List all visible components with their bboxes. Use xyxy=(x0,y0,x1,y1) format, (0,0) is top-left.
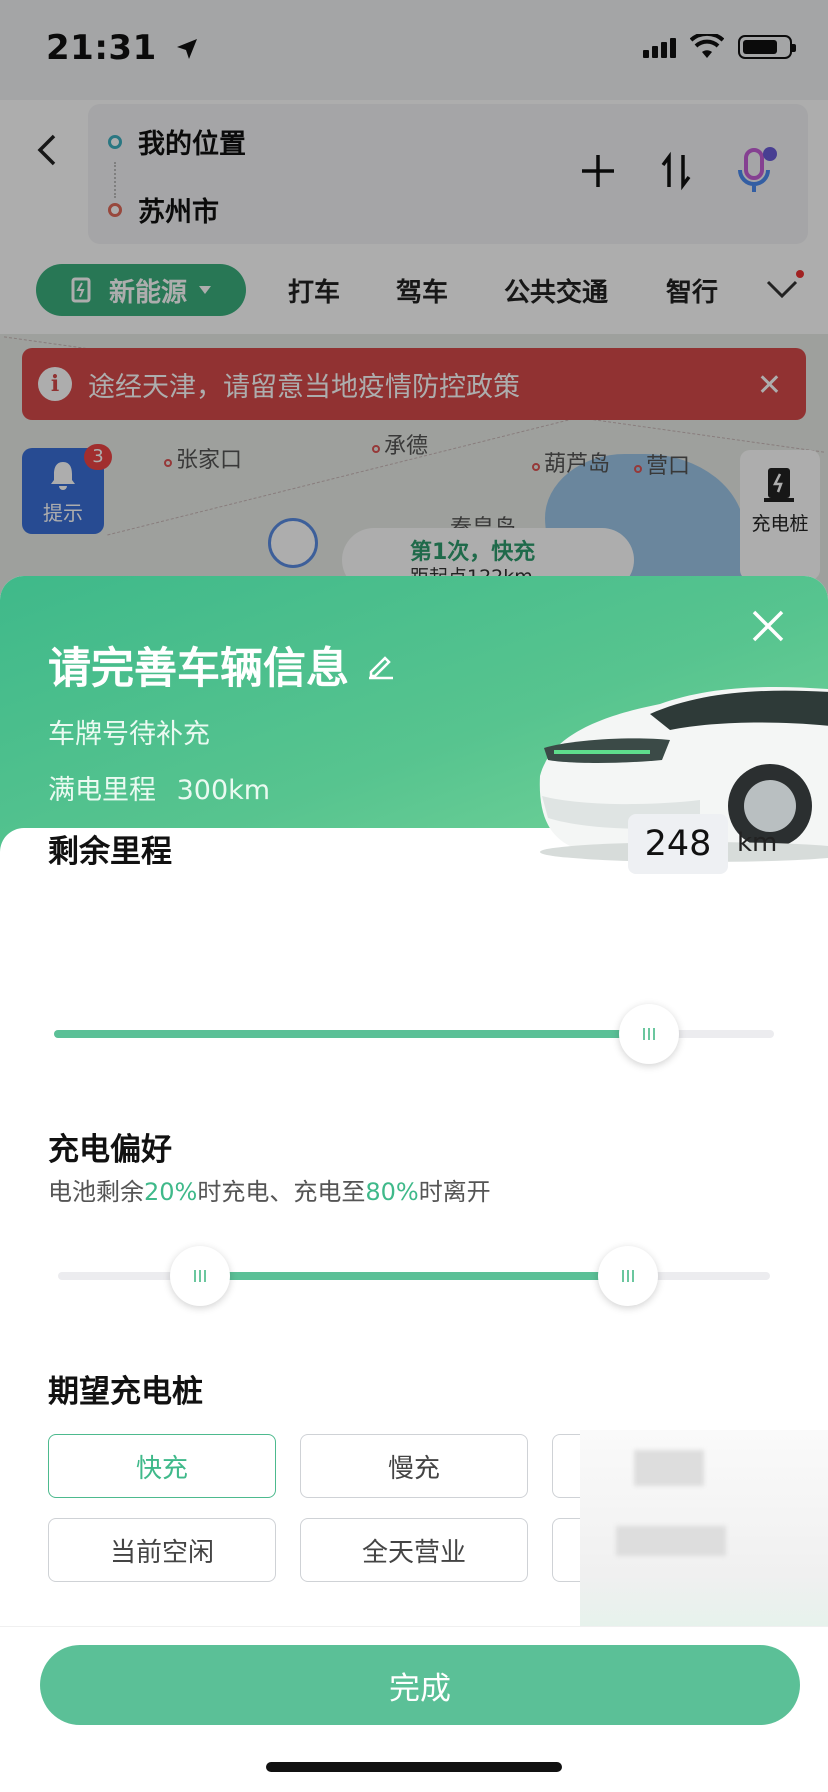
chip-slow-charge[interactable]: 慢充 xyxy=(300,1434,528,1498)
pref-high-value: 80% xyxy=(365,1178,419,1206)
remaining-range-unit: km xyxy=(737,828,778,858)
edit-pencil-icon[interactable] xyxy=(365,650,395,680)
home-indicator xyxy=(266,1762,562,1772)
remaining-range-label: 剩余里程 xyxy=(48,834,172,870)
remaining-range-value: 248 xyxy=(644,824,712,864)
pref-desc-suffix: 时离开 xyxy=(418,1178,491,1206)
chip-currently-idle[interactable]: 当前空闲 xyxy=(48,1518,276,1582)
remaining-range-slider-fill xyxy=(54,1030,650,1038)
blurred-block xyxy=(634,1450,704,1486)
vehicle-title-text: 请完善车辆信息 xyxy=(48,644,349,694)
dim-overlay[interactable] xyxy=(0,0,828,600)
chip-label: 当前空闲 xyxy=(109,1537,214,1568)
pref-low-value: 20% xyxy=(144,1178,198,1206)
plate-text: 车牌号待补充 xyxy=(48,719,210,750)
chip-label: 慢充 xyxy=(387,1453,440,1484)
close-icon[interactable] xyxy=(748,606,788,646)
chip-label: 快充 xyxy=(135,1453,188,1484)
charging-pref-high-handle[interactable] xyxy=(597,1246,658,1306)
pref-desc-mid: 时充电、充电至 xyxy=(197,1178,366,1206)
pref-desc-prefix: 电池剩余 xyxy=(48,1178,144,1206)
charging-pref-slider-track[interactable] xyxy=(58,1272,770,1280)
expected-pile-label: 期望充电桩 xyxy=(48,1374,203,1410)
charging-pref-label: 充电偏好 xyxy=(48,1132,172,1168)
full-range: 满电里程 300km xyxy=(48,768,270,807)
done-button-label: 完成 xyxy=(389,1670,451,1707)
remaining-range-input[interactable]: 248 xyxy=(628,814,728,874)
charging-pref-desc: 电池剩余20%时充电、充电至80%时离开 xyxy=(48,1172,491,1207)
chip-fast-charge[interactable]: 快充 xyxy=(48,1434,276,1498)
chip-label: 全天营业 xyxy=(361,1537,466,1568)
chip-open-all-day[interactable]: 全天营业 xyxy=(300,1518,528,1582)
charging-pref-slider-fill xyxy=(200,1272,628,1280)
charging-pref-low-handle[interactable] xyxy=(170,1246,231,1306)
remaining-range-slider-handle[interactable] xyxy=(619,1004,680,1064)
full-range-value: 300km xyxy=(176,775,271,806)
blurred-block xyxy=(616,1526,726,1556)
full-range-label: 满电里程 xyxy=(48,775,156,806)
vehicle-title[interactable]: 请完善车辆信息 xyxy=(48,634,395,696)
done-button[interactable]: 完成 xyxy=(40,1645,800,1725)
